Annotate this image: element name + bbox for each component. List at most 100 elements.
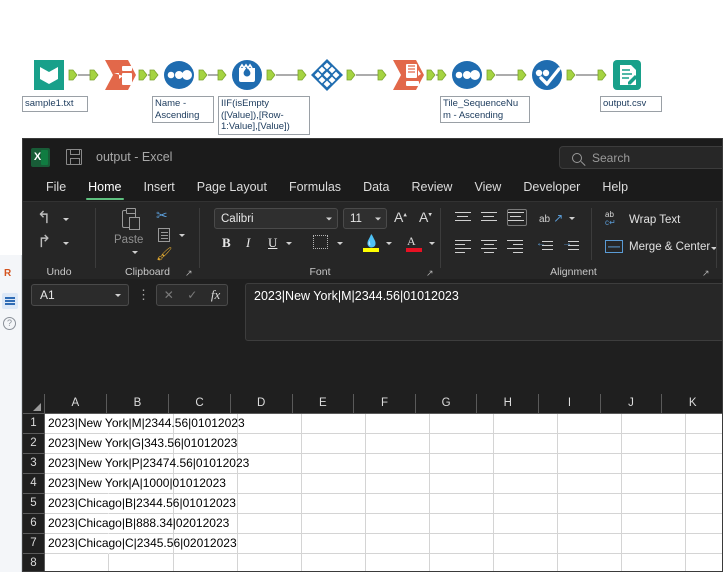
cell-H6[interactable]	[494, 514, 558, 534]
tab-file[interactable]: File	[35, 175, 77, 201]
cell-G6[interactable]	[430, 514, 494, 534]
column-header-I[interactable]: I	[539, 394, 601, 414]
cell-A8[interactable]	[45, 554, 109, 571]
help-icon[interactable]: ?	[3, 317, 16, 330]
cell-F5[interactable]	[366, 494, 430, 514]
tab-data[interactable]: Data	[352, 175, 400, 201]
font-name-combo[interactable]: Calibri	[214, 208, 338, 229]
workflow-tool-label-input-data[interactable]: sample1.txt	[22, 96, 88, 112]
merge-center-icon[interactable]	[605, 240, 623, 253]
cell-E6[interactable]	[302, 514, 366, 534]
tab-review[interactable]: Review	[400, 175, 463, 201]
cell-K2[interactable]	[686, 434, 722, 454]
tab-view[interactable]: View	[463, 175, 512, 201]
workflow-tool-cross-tab[interactable]	[388, 56, 426, 94]
cell-I4[interactable]	[558, 474, 622, 494]
cell-H1[interactable]	[494, 414, 558, 434]
cell-E1[interactable]	[302, 414, 366, 434]
fill-color-chevron-down-icon[interactable]	[386, 242, 392, 245]
cell-K5[interactable]	[686, 494, 722, 514]
cell-I3[interactable]	[558, 454, 622, 474]
column-header-B[interactable]: B	[107, 394, 170, 414]
cell-H4[interactable]	[494, 474, 558, 494]
alignment-dialog-launcher[interactable]: ↗	[702, 268, 712, 278]
cell-A7[interactable]: 2023|Chicago|C|2345.56|02012023	[45, 534, 237, 554]
row-header-3[interactable]: 3	[23, 454, 44, 474]
cell-I5[interactable]	[558, 494, 622, 514]
cell-C8[interactable]	[174, 554, 238, 571]
row-header-1[interactable]: 1	[23, 414, 44, 434]
cell-F6[interactable]	[366, 514, 430, 534]
paste-chevron-down-icon[interactable]	[132, 251, 138, 254]
alteryx-results-panel[interactable]: R ?	[0, 255, 22, 572]
cell-A6[interactable]: 2023|Chicago|B|888.34|02012023	[45, 514, 229, 534]
shrink-font-icon[interactable]: A▾	[419, 209, 432, 225]
cell-H2[interactable]	[494, 434, 558, 454]
workflow-tool-label-multi-row-formula[interactable]: IIF(isEmpty ([Value]),[Row- 1:Value],[Va…	[218, 96, 310, 135]
cell-A1[interactable]: 2023|New York|M|2344.56|01012023	[45, 414, 245, 434]
cell-E2[interactable]	[302, 434, 366, 454]
cell-B8[interactable]	[109, 554, 174, 571]
copy-chevron-down-icon[interactable]	[179, 234, 185, 237]
cell-I8[interactable]	[558, 554, 622, 571]
underline-chevron-down-icon[interactable]	[286, 242, 292, 245]
copy-icon[interactable]	[156, 226, 170, 242]
redo-arrow-icon[interactable]: ↰	[37, 232, 51, 252]
cell-K8[interactable]	[686, 554, 722, 571]
enter-check-icon[interactable]: ✓	[187, 288, 197, 302]
cell-G7[interactable]	[430, 534, 494, 554]
tab-help[interactable]: Help	[591, 175, 639, 201]
column-header-E[interactable]: E	[293, 394, 355, 414]
cell-J8[interactable]	[622, 554, 686, 571]
format-painter-icon[interactable]: 🖌	[156, 246, 173, 262]
cell-G3[interactable]	[430, 454, 494, 474]
cell-D8[interactable]	[238, 554, 302, 571]
cell-F7[interactable]	[366, 534, 430, 554]
cell-D1[interactable]	[238, 414, 302, 434]
font-size-chevron-down-icon[interactable]	[375, 217, 381, 220]
column-header-J[interactable]: J	[601, 394, 663, 414]
cell-J7[interactable]	[622, 534, 686, 554]
cell-A3[interactable]: 2023|New York|P|23474.56|01012023	[45, 454, 249, 474]
cell-I1[interactable]	[558, 414, 622, 434]
wrap-text-label[interactable]: Wrap Text	[629, 214, 680, 226]
cell-G4[interactable]	[430, 474, 494, 494]
cell-J2[interactable]	[622, 434, 686, 454]
row-header-8[interactable]: 8	[23, 554, 44, 571]
cell-A5[interactable]: 2023|Chicago|B|2344.56|01012023	[45, 494, 236, 514]
cell-K1[interactable]	[686, 414, 722, 434]
formula-input[interactable]: 2023|New York|M|2344.56|01012023	[245, 283, 722, 341]
cell-D7[interactable]	[238, 534, 302, 554]
align-bottom-icon[interactable]	[507, 209, 527, 226]
cell-J6[interactable]	[622, 514, 686, 534]
cell-J1[interactable]	[622, 414, 686, 434]
cell-D5[interactable]	[238, 494, 302, 514]
cell-A2[interactable]: 2023|New York|G|343.56|01012023	[45, 434, 237, 454]
cell-E5[interactable]	[302, 494, 366, 514]
list-icon[interactable]	[2, 293, 18, 309]
cancel-x-icon[interactable]: ✕	[164, 288, 174, 302]
align-top-icon[interactable]	[455, 212, 471, 225]
align-center-icon[interactable]	[481, 240, 497, 254]
workflow-tool-text-to-columns[interactable]	[100, 56, 138, 94]
select-all-corner[interactable]	[23, 394, 45, 414]
italic-button[interactable]: I	[246, 235, 250, 251]
font-name-chevron-down-icon[interactable]	[326, 217, 332, 220]
workflow-tool-tile[interactable]	[308, 56, 346, 94]
cell-F3[interactable]	[366, 454, 430, 474]
workflow-tool-label-sort-name[interactable]: Name - Ascending	[152, 96, 214, 123]
cell-J3[interactable]	[622, 454, 686, 474]
name-box[interactable]: A1	[31, 284, 129, 306]
row-header-5[interactable]: 5	[23, 494, 44, 514]
tab-formulas[interactable]: Formulas	[278, 175, 352, 201]
grow-font-icon[interactable]: A▴	[394, 209, 407, 225]
cell-I7[interactable]	[558, 534, 622, 554]
cell-H5[interactable]	[494, 494, 558, 514]
workflow-tool-sort-tile[interactable]	[448, 56, 486, 94]
merge-center-label[interactable]: Merge & Center	[629, 241, 710, 253]
cell-E7[interactable]	[302, 534, 366, 554]
align-left-icon[interactable]	[455, 240, 471, 254]
workflow-tool-select-check[interactable]	[528, 56, 566, 94]
cells-area[interactable]: 2023|New York|M|2344.56|01012023 2023|New…	[45, 414, 722, 571]
cell-F4[interactable]	[366, 474, 430, 494]
